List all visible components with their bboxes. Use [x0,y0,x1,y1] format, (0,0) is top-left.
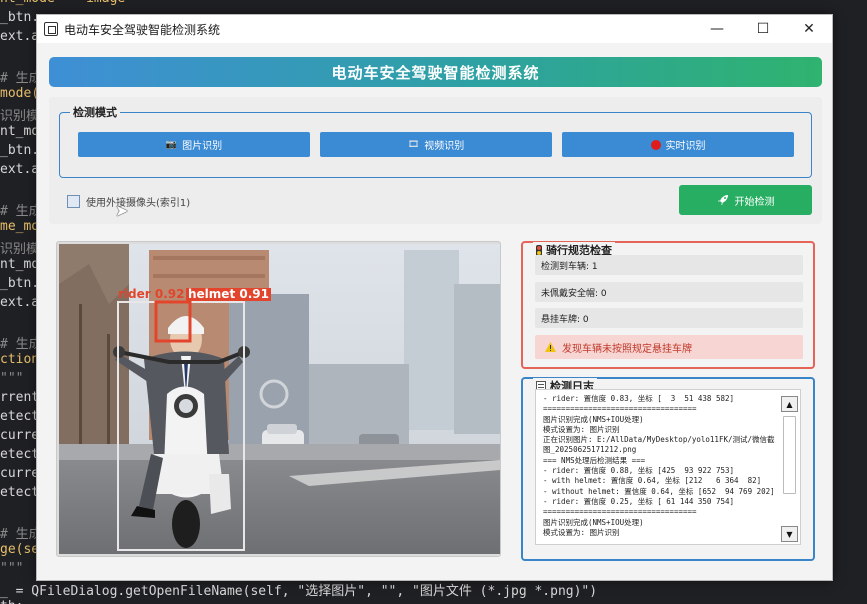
code-line: """ [0,561,24,576]
warning-icon [545,342,556,352]
rocket-icon [717,195,728,205]
header-banner: 电动车安全驾驶智能检测系统 [49,57,822,87]
scroll-thumb[interactable] [783,416,796,494]
app-window: 电动车安全驾驶智能检测系统 — ☐ ✕ 电动车安全驾驶智能检测系统 检测模式 📷… [36,14,833,581]
code-line: ction [0,352,40,367]
video-recognition-label: 视频识别 [424,141,465,152]
external-camera-label: 使用外接摄像头(索引1) [86,198,191,209]
record-icon [650,139,661,150]
log-line: - rider: 置信度 0.83, 坐标 [ 3 51 438 582] [543,394,735,403]
external-camera-option[interactable]: 使用外接摄像头(索引1) [67,194,190,209]
image-display-panel: rider 0.92 helmet 0.91 [56,241,501,557]
realtime-recognition-button[interactable]: 实时识别 [562,132,794,157]
film-icon: 🎞 [407,139,420,150]
realtime-recognition-label: 实时识别 [665,141,706,152]
external-camera-checkbox[interactable] [67,195,80,208]
detection-log-panel: 检测日志 - rider: 置信度 0.83, 坐标 [ 3 51 438 58… [521,377,815,561]
maximize-button[interactable]: ☐ [740,15,786,43]
log-line: - rider: 置信度 0.88, 坐标 [425 93 922 753] [543,466,735,476]
log-line: 图片识别完成(NMS+IOU处理) [543,517,644,527]
log-line: ================================== [543,507,697,517]
code-line: ge(se [0,542,40,557]
code-line: ext.a [0,29,40,44]
image-recognition-button[interactable]: 📷 图片识别 [78,132,310,157]
code-line: _btn. [0,10,40,25]
code-line: etect [0,409,40,424]
vehicles-detected-row: 检测到车辆: 1 [535,255,803,275]
log-line: 图片识别完成(NMS+IOU处理) [543,414,644,424]
log-content: - rider: 置信度 0.83, 坐标 [ 3 51 438 582] ===… [543,394,775,538]
code-line: nt_mo [0,124,40,139]
code-line: etect [0,447,40,462]
detection-mode-legend: 检测模式 [70,104,120,120]
image-recognition-label: 图片识别 [182,141,223,152]
code-line: th: [0,599,23,604]
code-line: me_mo [0,219,40,234]
log-line: 模式设置为: 图片识别 [543,424,620,434]
log-line: === NMS处理后检测结果 === [543,455,646,465]
mouse-cursor-icon: ➤ [115,201,129,220]
alert-text: 发现车辆未按照规定悬挂车牌 [562,343,692,355]
alert-banner: 发现车辆未按照规定悬挂车牌 [535,335,803,359]
app-window-icon [44,22,58,36]
code-line: """ [0,371,24,386]
log-line: 正在识别图片: E:/AllData/MyDesktop/yolo11FK/测试… [543,435,775,455]
log-scrollbar[interactable]: ▲ ▼ [781,392,798,542]
code-line: mode( [0,86,40,101]
start-detection-label: 开始检测 [734,196,775,208]
minimize-button[interactable]: — [694,15,740,43]
window-title: 电动车安全驾驶智能检测系统 [64,22,221,37]
title-bar[interactable]: 电动车安全驾驶智能检测系统 — ☐ ✕ [37,15,832,43]
log-line: 模式设置为: 图片识别 [543,527,620,537]
log-line: - without helmet: 置信度 0.64, 坐标 [652 94 7… [543,486,775,496]
camera-icon: 📷 [165,139,178,150]
video-recognition-button[interactable]: 🎞 视频识别 [320,132,552,157]
detection-result-image: rider 0.92 helmet 0.91 [59,244,500,554]
code-line: nt_mo [0,257,40,272]
detection-mode-group: 检测模式 📷 图片识别 🎞 视频识别 实时识别 [59,104,812,178]
plate-hanging-row: 悬挂车牌: 0 [535,308,803,328]
code-line: nt_mode = 'image' [0,0,133,6]
no-helmet-row: 未佩戴安全帽: 0 [535,282,803,302]
code-line: curre [0,428,40,443]
code-line: 识别模 [0,109,40,124]
code-line: _ = QFileDialog.getOpenFileName(self, "选… [0,584,598,599]
code-line: ext.a [0,295,40,310]
code-line: 识别模 [0,242,40,257]
code-line: etect [0,485,40,500]
code-line: ext.a [0,162,40,177]
code-line: _btn. [0,276,40,291]
mode-panel: 检测模式 📷 图片识别 🎞 视频识别 实时识别 使用外接摄像头(索引1) ➤ 开… [49,97,822,224]
log-line: - with helmet: 置信度 0.64, 坐标 [212 6 364 8… [543,476,762,486]
code-line: _btn. [0,143,40,158]
code-line: curre [0,466,40,481]
log-line: - rider: 置信度 0.25, 坐标 [ 61 144 350 754] [543,496,735,506]
log-text-area[interactable]: - rider: 置信度 0.83, 坐标 [ 3 51 438 582] ===… [535,389,801,545]
start-detection-button[interactable]: 开始检测 [679,185,812,215]
riding-rules-panel: 骑行规范检查 检测到车辆: 1 未佩戴安全帽: 0 悬挂车牌: 0 发现车辆未按… [521,241,815,369]
rider-detection-label: rider 0.92 [118,287,185,301]
close-button[interactable]: ✕ [786,15,832,43]
scroll-down-arrow-icon[interactable]: ▼ [781,526,798,542]
code-line: rrent [0,390,40,405]
log-line: ================================== [543,404,697,414]
helmet-detection-label: helmet 0.91 [186,287,271,301]
traffic-light-icon [536,244,542,256]
scroll-up-arrow-icon[interactable]: ▲ [781,396,798,412]
